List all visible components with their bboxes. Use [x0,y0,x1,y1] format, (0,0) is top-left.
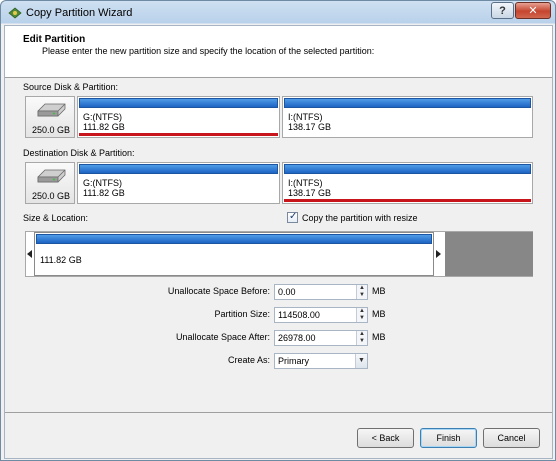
selected-partition-marker [79,133,278,136]
partition-size: 138.17 GB [288,188,332,198]
step-up-icon[interactable]: ▲ [357,285,367,292]
slider-partition-size: 111.82 GB [40,255,82,265]
partition-usage-bar [79,164,278,174]
selected-partition-marker [284,199,531,202]
partition-name: G:(NTFS) [83,178,122,188]
unallocate-after-stepper[interactable]: ▲ ▼ [356,331,367,345]
step-down-icon[interactable]: ▼ [357,338,367,345]
wizard-app-icon [8,7,22,19]
step-up-icon[interactable]: ▲ [357,331,367,338]
source-partition-g[interactable]: G:(NTFS) 111.82 GB [77,96,280,138]
hard-disk-icon [37,169,66,183]
partition-size: 138.17 GB [288,122,332,132]
partition-usage-bar [36,234,432,244]
page-subtitle: Please enter the new partition size and … [42,46,375,56]
help-button[interactable]: ? [491,2,514,19]
unallocate-after-input[interactable]: 26978.00 ▲ ▼ [274,330,368,346]
source-disk-size: 250.0 GB [31,125,71,135]
resize-checkbox-label[interactable]: Copy the partition with resize [302,213,418,223]
create-as-row: Create As: Primary ▼ [5,353,552,369]
source-disk-box[interactable]: 250.0 GB [25,96,75,138]
destination-disk-box[interactable]: 250.0 GB [25,162,75,204]
partition-name: I:(NTFS) [288,178,323,188]
wizard-header: Edit Partition Please enter the new part… [5,26,552,78]
unallocate-after-label: Unallocate Space After: [175,332,270,342]
copy-partition-wizard-window: Copy Partition Wizard ? ✕ Edit Partition… [0,0,556,461]
footer-divider [5,412,552,413]
partition-size-row: Partition Size: 114508.00 ▲ ▼ MB [5,307,552,323]
resizable-partition-block[interactable]: 111.82 GB [34,232,434,276]
partition-size-label: Partition Size: [214,309,270,319]
chevron-down-icon[interactable]: ▼ [355,354,367,368]
destination-disk-map: 250.0 GB G:(NTFS) 111.82 GB I:(NTFS) 138… [25,162,533,204]
partition-size-input[interactable]: 114508.00 ▲ ▼ [274,307,368,323]
wizard-client-area: Edit Partition Please enter the new part… [4,25,553,459]
unallocated-space-block [445,232,533,276]
unallocate-before-row: Unallocate Space Before: 0.00 ▲ ▼ MB [5,284,552,300]
create-as-label: Create As: [227,355,270,365]
unallocate-before-value[interactable]: 0.00 [278,287,296,297]
size-location-label: Size & Location: [23,213,89,223]
cancel-button[interactable]: Cancel [483,428,540,448]
page-title: Edit Partition [23,34,86,45]
resize-checkbox[interactable] [287,211,298,223]
create-as-value[interactable]: Primary [278,356,309,366]
step-down-icon[interactable]: ▼ [357,292,367,299]
partition-name: I:(NTFS) [288,112,323,122]
partition-size: 111.82 GB [83,122,125,132]
unallocate-after-row: Unallocate Space After: 26978.00 ▲ ▼ MB [5,330,552,346]
close-button[interactable]: ✕ [515,2,551,19]
partition-size-stepper[interactable]: ▲ ▼ [356,308,367,322]
source-partition-i[interactable]: I:(NTFS) 138.17 GB [282,96,533,138]
unallocate-before-label: Unallocate Space Before: [167,286,270,296]
partition-name: G:(NTFS) [83,112,122,122]
partition-size-value[interactable]: 114508.00 [278,310,320,320]
title-bar: Copy Partition Wizard ? ✕ [1,1,555,25]
source-disk-label: Source Disk & Partition: [23,82,119,92]
partition-usage-bar [284,98,531,108]
partition-size: 111.82 GB [83,188,125,198]
destination-disk-label: Destination Disk & Partition: [23,148,135,158]
partition-usage-bar [284,164,531,174]
window-title: Copy Partition Wizard [26,7,133,19]
destination-partition-i[interactable]: I:(NTFS) 138.17 GB [282,162,533,204]
destination-disk-size: 250.0 GB [31,191,71,201]
partition-usage-bar [79,98,278,108]
unit-label: MB [372,332,386,342]
unit-label: MB [372,309,386,319]
step-down-icon[interactable]: ▼ [357,315,367,322]
unallocate-before-stepper[interactable]: ▲ ▼ [356,285,367,299]
finish-button[interactable]: Finish [420,428,477,448]
unallocate-after-value[interactable]: 26978.00 [278,333,316,343]
unit-label: MB [372,286,386,296]
hard-disk-icon [37,103,66,117]
partition-size-slider[interactable]: 111.82 GB [25,231,533,277]
right-resize-handle[interactable] [436,250,441,258]
create-as-select[interactable]: Primary ▼ [274,353,368,369]
back-button[interactable]: < Back [357,428,414,448]
destination-partition-g[interactable]: G:(NTFS) 111.82 GB [77,162,280,204]
source-disk-map: 250.0 GB G:(NTFS) 111.82 GB I:(NTFS) 138… [25,96,533,138]
unallocate-before-input[interactable]: 0.00 ▲ ▼ [274,284,368,300]
left-resize-handle[interactable] [27,250,32,258]
step-up-icon[interactable]: ▲ [357,308,367,315]
resize-option[interactable]: Copy the partition with resize [287,211,418,223]
